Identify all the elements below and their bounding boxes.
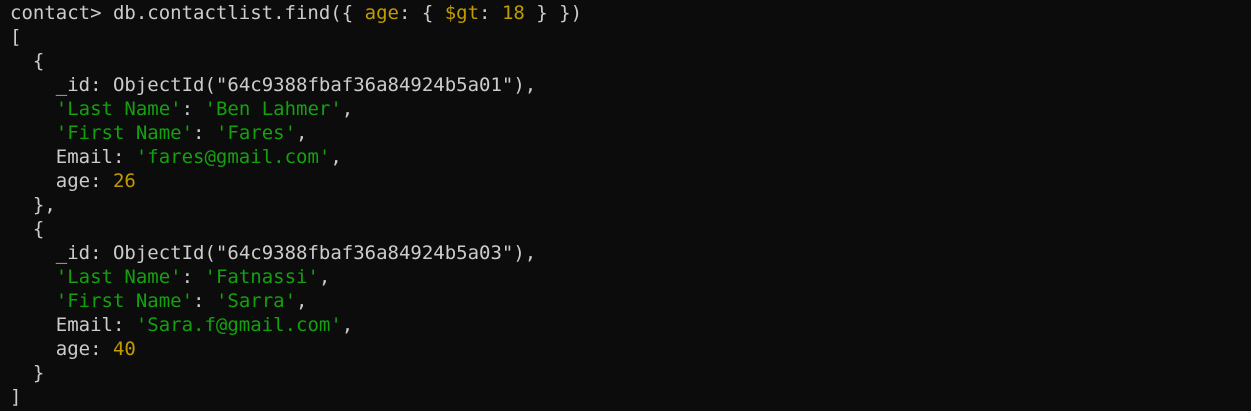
field-value: 'Ben Lahmer' bbox=[204, 98, 342, 120]
terminal-window[interactable]: contact> db.contactlist.find({ age: { $g… bbox=[0, 0, 1251, 411]
field-value: 'Sarra' bbox=[215, 290, 297, 312]
field-key: Email bbox=[55, 146, 113, 168]
field-value: 'fares@gmail.com' bbox=[135, 146, 331, 168]
document-field-first-name: 'First Name': 'Fares', bbox=[55, 122, 308, 144]
result-array-close: ] bbox=[10, 386, 22, 408]
field-key: _id bbox=[55, 74, 91, 96]
command-text: db.contactlist.find({ bbox=[112, 2, 365, 24]
field-value: 26 bbox=[112, 170, 136, 192]
command-text: } }) bbox=[524, 2, 583, 24]
document-field-id: _id: ObjectId("64c9388fbaf36a84924b5a03"… bbox=[55, 242, 537, 264]
document-open-brace: { bbox=[10, 218, 45, 240]
field-key: Email bbox=[55, 314, 113, 336]
command-text: : { bbox=[398, 2, 445, 24]
result-array-open: [ bbox=[10, 26, 22, 48]
field-key: age bbox=[55, 170, 91, 192]
field-value: 'Fatnassi' bbox=[204, 266, 319, 288]
query-operator: $gt bbox=[444, 2, 480, 24]
command-text: : bbox=[479, 2, 502, 24]
field-value: ObjectId("64c9388fbaf36a84924b5a01") bbox=[112, 74, 525, 96]
query-value: 18 bbox=[501, 2, 525, 24]
document-close-brace: }, bbox=[10, 194, 56, 216]
document-field-id: _id: ObjectId("64c9388fbaf36a84924b5a01"… bbox=[55, 74, 537, 96]
field-value: 40 bbox=[112, 338, 136, 360]
field-value: ObjectId("64c9388fbaf36a84924b5a03") bbox=[112, 242, 525, 264]
field-value: 'Fares' bbox=[215, 122, 297, 144]
document-field-age: age: 26 bbox=[55, 170, 136, 192]
field-key: _id bbox=[55, 242, 91, 264]
document-field-email: Email: 'fares@gmail.com', bbox=[55, 146, 342, 168]
field-key: 'First Name' bbox=[55, 122, 194, 144]
document-field-first-name: 'First Name': 'Sarra', bbox=[55, 290, 308, 312]
command-line[interactable]: contact> db.contactlist.find({ age: { $g… bbox=[10, 1, 1251, 25]
document-open-brace: { bbox=[10, 50, 45, 72]
field-key: age bbox=[55, 338, 91, 360]
shell-prompt: contact> bbox=[10, 2, 113, 24]
field-key: 'First Name' bbox=[55, 290, 194, 312]
document-field-age: age: 40 bbox=[55, 338, 136, 360]
document-field-email: Email: 'Sara.f@gmail.com', bbox=[55, 314, 354, 336]
field-key: 'Last Name' bbox=[55, 98, 182, 120]
document-field-last-name: 'Last Name': 'Fatnassi', bbox=[55, 266, 331, 288]
document-close-brace: } bbox=[10, 362, 45, 384]
document-field-last-name: 'Last Name': 'Ben Lahmer', bbox=[55, 98, 354, 120]
query-field: age bbox=[364, 2, 399, 24]
field-key: 'Last Name' bbox=[55, 266, 182, 288]
field-value: 'Sara.f@gmail.com' bbox=[135, 314, 342, 336]
